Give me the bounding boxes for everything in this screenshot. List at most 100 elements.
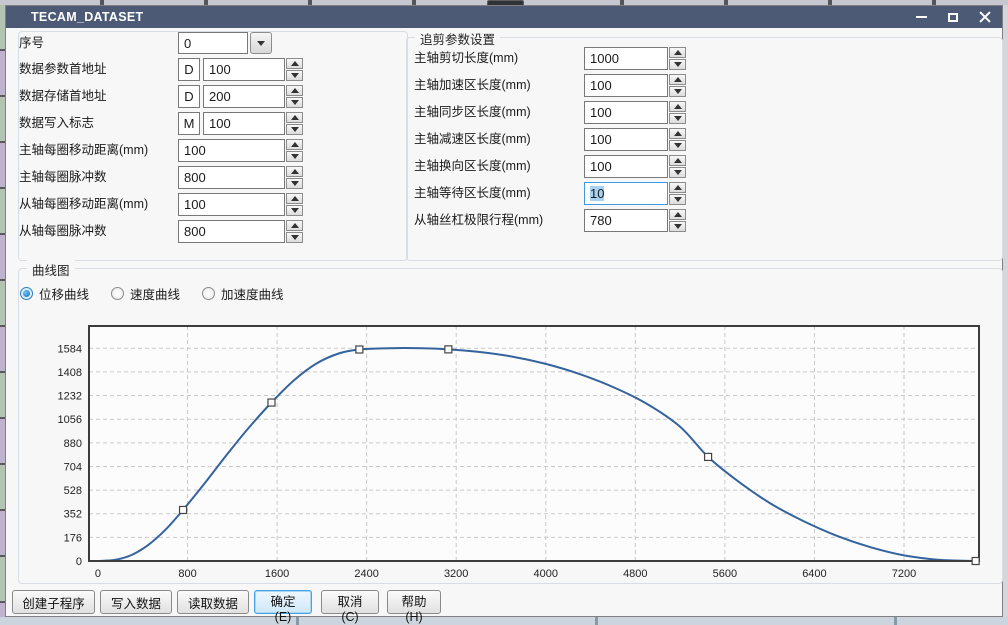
svg-text:4000: 4000 xyxy=(534,568,558,580)
spin-down-button[interactable] xyxy=(286,178,303,189)
master-accel-zone-field[interactable]: 100 xyxy=(584,74,668,97)
master-pulses-per-rev-field[interactable]: 800 xyxy=(178,166,285,189)
arrow-up-icon xyxy=(674,185,682,190)
spinner xyxy=(286,112,303,135)
spin-up-button[interactable] xyxy=(669,74,686,85)
address-prefix-box: D xyxy=(178,85,200,108)
background-window-edge-bottom xyxy=(0,617,1008,625)
data-storage-address-field[interactable]: 200 xyxy=(203,85,285,108)
spin-down-button[interactable] xyxy=(669,194,686,205)
combobox-dropdown-button[interactable] xyxy=(250,32,272,54)
master-decel-zone-field[interactable]: 100 xyxy=(584,128,668,151)
spin-up-button[interactable] xyxy=(286,58,303,69)
field-label: 主轴减速区长度(mm) xyxy=(414,128,531,151)
field-label: 从轴丝杠极限行程(mm) xyxy=(414,209,543,232)
create-subprogram-button[interactable]: 创建子程序 xyxy=(12,590,95,614)
spinner xyxy=(286,139,303,162)
field-label: 主轴加速区长度(mm) xyxy=(414,74,531,97)
spin-down-button[interactable] xyxy=(669,221,686,232)
arrow-up-icon xyxy=(291,196,299,201)
spin-up-button[interactable] xyxy=(669,155,686,166)
field-label: 主轴每圈脉冲数 xyxy=(19,166,107,189)
spin-up-button[interactable] xyxy=(669,128,686,139)
field-label: 主轴每圈移动距离(mm) xyxy=(19,139,148,162)
arrow-down-icon xyxy=(674,170,682,175)
master-wait-zone-field[interactable]: 10 xyxy=(584,182,668,205)
spin-up-button[interactable] xyxy=(286,193,303,204)
svg-text:528: 528 xyxy=(64,485,82,497)
maximize-button[interactable] xyxy=(944,9,962,25)
slave-pulses-per-rev-field[interactable]: 800 xyxy=(178,220,285,243)
spin-up-button[interactable] xyxy=(286,166,303,177)
master-reverse-zone-field[interactable]: 100 xyxy=(584,155,668,178)
svg-text:1056: 1056 xyxy=(58,414,82,426)
arrow-up-icon xyxy=(674,131,682,136)
radio-acceleration-curve[interactable]: 加速度曲线 xyxy=(202,284,284,303)
spinner xyxy=(669,47,686,70)
svg-text:1600: 1600 xyxy=(265,568,289,580)
slave-distance-per-rev-field[interactable]: 100 xyxy=(178,193,285,216)
read-data-button[interactable]: 读取数据 xyxy=(177,590,249,614)
radio-velocity-curve[interactable]: 速度曲线 xyxy=(111,284,180,303)
svg-text:800: 800 xyxy=(178,568,196,580)
arrow-up-icon xyxy=(674,212,682,217)
title-bar[interactable]: TECAM_DATASET xyxy=(6,6,1002,28)
groupbox-title: 追剪参数设置 xyxy=(415,29,500,48)
spin-down-button[interactable] xyxy=(669,167,686,178)
spin-down-button[interactable] xyxy=(286,205,303,216)
spin-down-button[interactable] xyxy=(286,124,303,135)
spin-down-button[interactable] xyxy=(669,140,686,151)
arrow-down-icon xyxy=(291,100,299,105)
field-label: 主轴剪切长度(mm) xyxy=(414,47,518,70)
help-button[interactable]: 帮助(H) xyxy=(387,590,441,614)
serial-number-combobox[interactable]: 0 xyxy=(178,32,248,54)
address-prefix-box: D xyxy=(178,58,200,81)
svg-text:1584: 1584 xyxy=(58,343,82,355)
svg-text:176: 176 xyxy=(64,532,82,544)
cancel-button[interactable]: 取消(C) xyxy=(321,590,379,614)
arrow-down-icon xyxy=(291,208,299,213)
svg-text:5600: 5600 xyxy=(713,568,737,580)
background-window-edge-right xyxy=(1003,5,1008,617)
maximize-icon xyxy=(948,13,958,22)
arrow-down-icon xyxy=(291,181,299,186)
spin-down-button[interactable] xyxy=(286,151,303,162)
write-data-button[interactable]: 写入数据 xyxy=(100,590,172,614)
master-shear-length-field[interactable]: 1000 xyxy=(584,47,668,70)
spin-up-button[interactable] xyxy=(286,139,303,150)
spin-up-button[interactable] xyxy=(669,209,686,220)
radio-icon xyxy=(20,287,33,300)
field-label: 数据参数首地址 xyxy=(19,58,107,81)
radio-displacement-curve[interactable]: 位移曲线 xyxy=(20,284,89,303)
spin-down-button[interactable] xyxy=(669,59,686,70)
minimize-button[interactable] xyxy=(912,9,930,25)
slave-screw-limit-field[interactable]: 780 xyxy=(584,209,668,232)
spin-down-button[interactable] xyxy=(286,97,303,108)
arrow-down-icon xyxy=(291,73,299,78)
spin-down-button[interactable] xyxy=(286,232,303,243)
data-write-flag-field[interactable]: 100 xyxy=(203,112,285,135)
close-button[interactable] xyxy=(976,9,994,25)
arrow-up-icon xyxy=(291,88,299,93)
spin-down-button[interactable] xyxy=(669,113,686,124)
spin-down-button[interactable] xyxy=(286,70,303,81)
spin-up-button[interactable] xyxy=(286,85,303,96)
svg-text:2400: 2400 xyxy=(354,568,378,580)
data-param-address-field[interactable]: 100 xyxy=(203,58,285,81)
spin-up-button[interactable] xyxy=(286,220,303,231)
arrow-down-icon xyxy=(291,127,299,132)
spin-up-button[interactable] xyxy=(669,101,686,112)
ok-button[interactable]: 确定(E) xyxy=(254,590,312,614)
field-label: 主轴同步区长度(mm) xyxy=(414,101,531,124)
spin-up-button[interactable] xyxy=(669,47,686,58)
spin-up-button[interactable] xyxy=(286,112,303,123)
spinner xyxy=(286,220,303,243)
spinner xyxy=(669,182,686,205)
close-icon xyxy=(979,11,991,23)
spin-down-button[interactable] xyxy=(669,86,686,97)
spin-up-button[interactable] xyxy=(669,182,686,193)
field-label: 主轴等待区长度(mm) xyxy=(414,182,531,205)
master-distance-per-rev-field[interactable]: 100 xyxy=(178,139,285,162)
arrow-up-icon xyxy=(291,61,299,66)
master-sync-zone-field[interactable]: 100 xyxy=(584,101,668,124)
